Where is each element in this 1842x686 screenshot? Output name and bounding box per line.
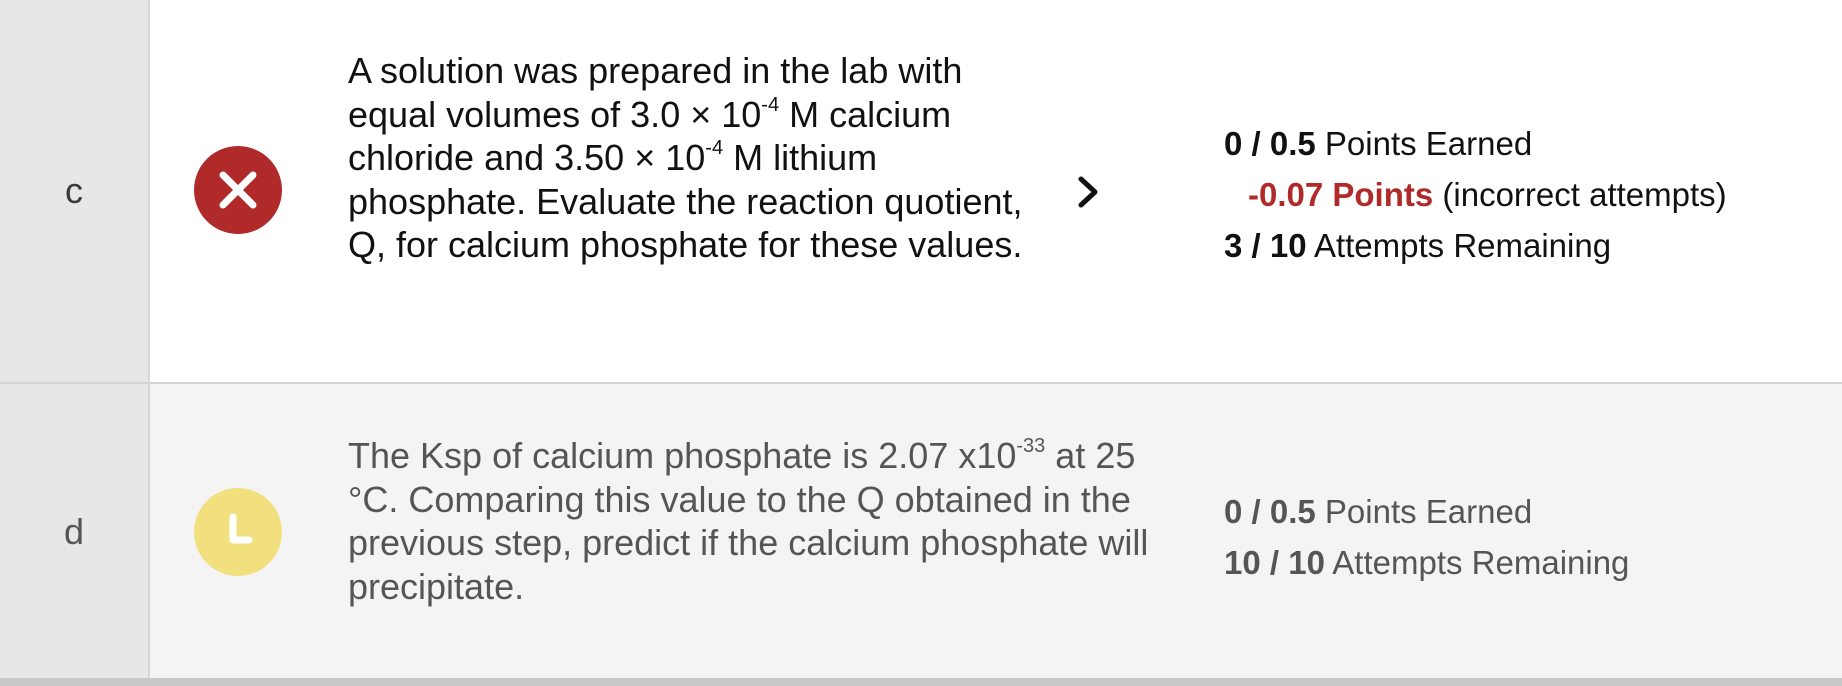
clock-pending-icon xyxy=(194,488,282,576)
question-text: The Ksp of calcium phosphate is 2.07 x10… xyxy=(348,434,1178,608)
part-letter-column: c xyxy=(0,0,150,382)
points-earned: 0 / 0.5 Points Earned xyxy=(1224,486,1629,537)
attempts-remaining: 3 / 10 Attempts Remaining xyxy=(1224,220,1727,271)
points-earned-label: Points Earned xyxy=(1324,493,1533,530)
attempts-label: Attempts Remaining xyxy=(1332,544,1630,581)
penalty-value: -0.07 Points xyxy=(1248,176,1434,213)
exponent: -4 xyxy=(761,93,780,116)
question-row-c[interactable]: c A solution was prepared in the lab wit… xyxy=(0,0,1842,384)
points-earned-value: 0 / 0.5 xyxy=(1224,493,1316,530)
attempts-value: 3 / 10 xyxy=(1224,227,1307,264)
penalty-label: (incorrect attempts) xyxy=(1442,176,1727,213)
points-earned-label: Points Earned xyxy=(1324,125,1533,162)
question-row-d[interactable]: d The Ksp of calcium phosphate is 2.07 x… xyxy=(0,384,1842,678)
bottom-divider xyxy=(0,678,1842,686)
question-text-part: The Ksp of calcium phosphate is 2.07 x10 xyxy=(348,435,1017,476)
penalty-points: -0.07 Points (incorrect attempts) xyxy=(1224,169,1727,220)
exponent: -4 xyxy=(705,137,724,159)
attempts-value: 10 / 10 xyxy=(1224,544,1325,581)
attempts-label: Attempts Remaining xyxy=(1313,227,1612,264)
score-summary: 0 / 0.5 Points Earned 10 / 10 Attempts R… xyxy=(1224,486,1629,588)
incorrect-x-icon xyxy=(194,146,282,234)
exponent: -33 xyxy=(1016,435,1046,457)
chevron-right-icon[interactable] xyxy=(1072,172,1106,217)
part-letter: c xyxy=(65,170,83,211)
attempts-remaining: 10 / 10 Attempts Remaining xyxy=(1224,537,1629,588)
question-text: A solution was prepared in the lab with … xyxy=(348,49,1038,267)
part-letter: d xyxy=(63,511,85,552)
part-letter-column: d xyxy=(0,384,150,678)
points-earned-value: 0 / 0.5 xyxy=(1224,125,1316,162)
score-summary: 0 / 0.5 Points Earned -0.07 Points (inco… xyxy=(1224,118,1727,271)
points-earned: 0 / 0.5 Points Earned xyxy=(1224,118,1727,169)
